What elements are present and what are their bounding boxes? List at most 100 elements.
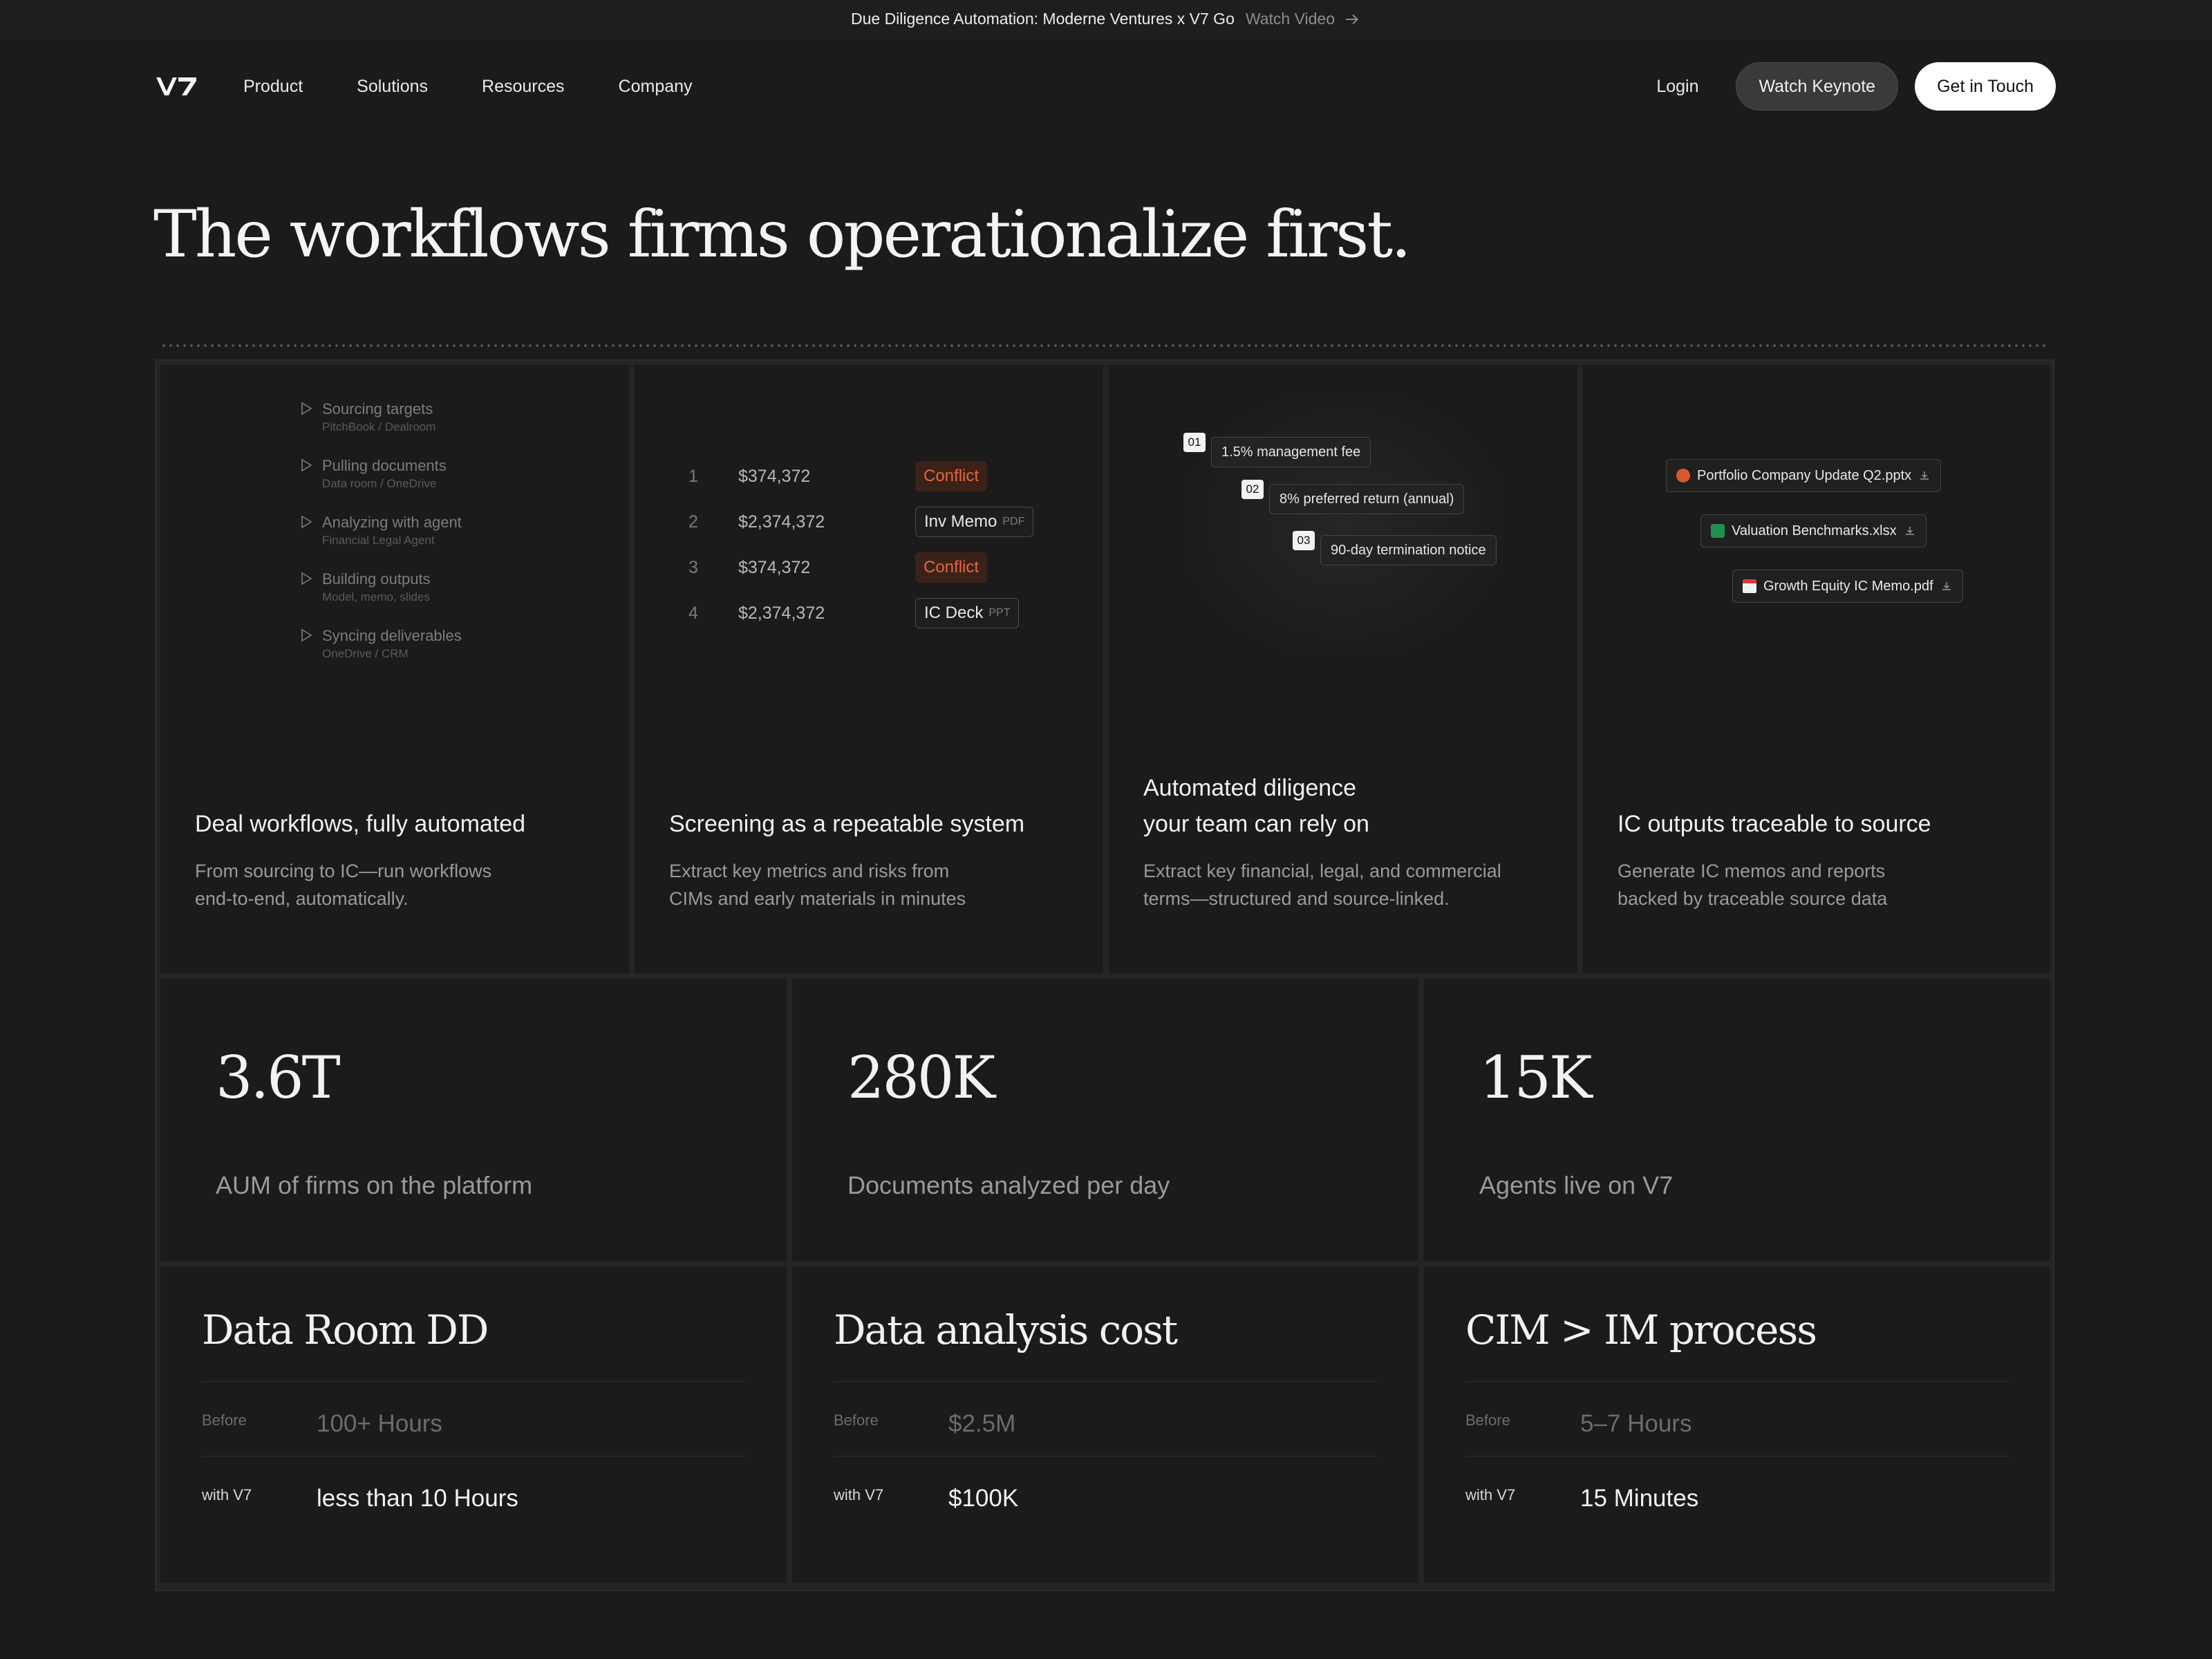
with-v7-value: 15 Minutes [1580,1485,1699,1512]
term-number: 03 [1293,531,1315,550]
file-chip[interactable]: Valuation Benchmarks.xlsx [1700,514,1927,547]
card-desc-line-2: CIMs and early materials in minutes [669,888,966,909]
step-title: Sourcing targets [322,400,433,418]
get-in-touch-button[interactable]: Get in Touch [1915,62,2056,111]
step-source: PitchBook / Dealroom [322,420,436,433]
card-title-line-1: Automated diligence [1143,775,1357,801]
extracted-term[interactable]: 02 8% preferred return (annual) [1241,480,1465,514]
before-label: Before [202,1412,247,1429]
row-number: 3 [688,557,698,577]
file-name: Portfolio Company Update Q2.pptx [1697,467,1912,483]
before-value: 5–7 Hours [1580,1410,1692,1437]
workflow-step: Building outputs Model, memo, slides [299,570,462,626]
stat-value: 3.6T [216,1044,341,1112]
stat-label: Documents analyzed per day [847,1171,1170,1199]
nav-company[interactable]: Company [619,77,693,97]
nav-product[interactable]: Product [243,77,303,97]
card-deal-workflows: Sourcing targets PitchBook / Dealroom Pul… [160,365,629,973]
document-name: Inv Memo [924,512,997,531]
stat-value: 15K [1479,1044,1593,1112]
row-amount: $374,372 [738,466,811,486]
comparison-analysis-cost: Data analysis cost Before $2.5M with V7 … [792,1266,1418,1583]
card-ic-outputs: Portfolio Company Update Q2.pptx Valuati… [1583,365,2050,973]
term-label: 8% preferred return (annual) [1269,484,1465,514]
before-value: 100+ Hours [317,1410,442,1437]
row-number: 2 [688,512,698,532]
card-desc-line-1: Extract key metrics and risks from [669,861,950,881]
card-desc-line-2: end-to-end, automatically. [195,888,409,909]
play-outline-icon [301,402,312,415]
row-number: 4 [688,603,698,623]
card-desc-line-2: terms—structured and source-linked. [1143,888,1450,909]
row-amount: $2,374,372 [738,512,825,532]
step-title: Analyzing with agent [322,514,462,531]
play-outline-icon [301,628,312,642]
divider [1465,1381,2009,1382]
before-label: Before [834,1412,879,1429]
card-desc-line-1: From sourcing to IC—run workflows [195,861,492,881]
step-source: OneDrive / CRM [322,647,409,660]
conflict-badge: Conflict [915,552,988,583]
document-badge[interactable]: IC Deck PPT [915,598,1020,628]
row-amount: $2,374,372 [738,603,825,623]
dotted-divider [160,344,2047,347]
table-row: 4 $2,374,372 IC Deck PPT [669,590,1056,636]
stat-agents: 15K Agents live on V7 [1424,979,2050,1261]
nav-links: Product Solutions Resources Company [243,77,693,97]
divider [834,1381,1377,1382]
with-v7-value: less than 10 Hours [317,1485,518,1512]
nav-resources[interactable]: Resources [482,77,565,97]
nav-solutions[interactable]: Solutions [357,77,428,97]
comparison-title: Data analysis cost [834,1306,1178,1353]
announcement-bar[interactable]: Due Diligence Automation: Moderne Ventur… [0,0,2212,39]
file-chip[interactable]: Portfolio Company Update Q2.pptx [1666,459,1942,492]
features-grid: Sourcing targets PitchBook / Dealroom Pul… [155,359,2054,1591]
before-label: Before [1465,1412,1510,1429]
top-nav: Product Solutions Resources Company Logi… [155,61,2056,112]
table-row: 2 $2,374,372 Inv Memo PDF [669,499,1056,545]
document-badge[interactable]: Inv Memo PDF [915,507,1034,537]
file-chip[interactable]: Growth Equity IC Memo.pdf [1732,570,1963,603]
extracted-term[interactable]: 01 1.5% management fee [1183,433,1371,467]
watch-video-label: Watch Video [1245,10,1335,28]
stat-label: AUM of firms on the platform [216,1171,533,1199]
workflow-step: Pulling documents Data room / OneDrive [299,456,462,513]
stat-value: 280K [847,1044,995,1112]
card-desc-line-1: Extract key financial, legal, and commer… [1143,861,1501,881]
watch-keynote-button[interactable]: Watch Keynote [1736,62,1899,111]
step-title: Syncing deliverables [322,627,462,644]
comparison-data-room: Data Room DD Before 100+ Hours with V7 l… [160,1266,787,1583]
stat-label: Agents live on V7 [1479,1171,1674,1199]
file-name: Valuation Benchmarks.xlsx [1732,523,1897,538]
stat-aum: 3.6T AUM of firms on the platform [160,979,787,1261]
download-icon[interactable] [1918,469,1931,482]
v7-logo[interactable] [155,75,198,98]
step-title: Building outputs [322,570,431,588]
excel-icon [1711,524,1725,538]
play-outline-icon [301,572,312,585]
row-amount: $374,372 [738,557,811,577]
watch-video-link[interactable]: Watch Video [1246,10,1361,28]
extracted-term[interactable]: 03 90-day termination notice [1293,531,1497,565]
comparison-cim-im: CIM > IM process Before 5–7 Hours with V… [1424,1266,2050,1583]
card-desc-line-2: backed by traceable source data [1618,888,1888,909]
card-automated-diligence: 01 1.5% management fee 02 8% preferred r… [1109,365,1577,973]
card-title: IC outputs traceable to source [1618,811,1931,837]
table-row: 3 $374,372 Conflict [669,545,1056,590]
row-number: 1 [688,466,698,486]
term-number: 01 [1183,433,1206,452]
card-title-line-2: your team can rely on [1143,811,1369,837]
powerpoint-icon [1676,469,1690,482]
download-icon[interactable] [1940,580,1953,592]
workflow-step: Analyzing with agent Financial Legal Agen… [299,513,462,570]
download-icon[interactable] [1904,525,1916,537]
with-v7-label: with V7 [202,1486,252,1503]
play-outline-icon [301,515,312,529]
with-v7-label: with V7 [834,1486,884,1503]
play-outline-icon [301,458,312,472]
table-row: 1 $374,372 Conflict [669,453,1056,499]
login-link[interactable]: Login [1656,77,1698,97]
card-desc-line-1: Generate IC memos and reports [1618,861,1886,881]
card-title: Deal workflows, fully automated [195,811,526,837]
term-label: 90-day termination notice [1320,535,1497,565]
